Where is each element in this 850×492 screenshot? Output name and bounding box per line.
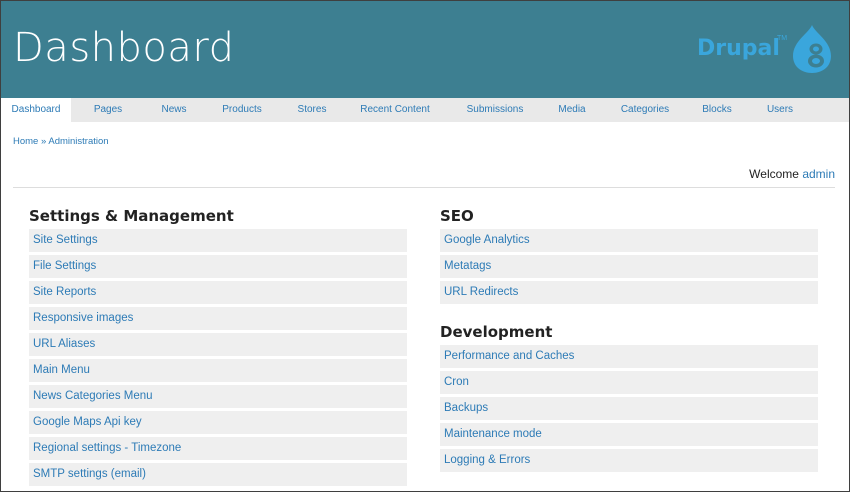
development-section-title: Development xyxy=(440,323,553,341)
development-link-backups[interactable]: Backups xyxy=(440,397,818,420)
tab-dashboard[interactable]: Dashboard xyxy=(1,98,71,122)
tab-stores[interactable]: Stores xyxy=(281,98,343,122)
development-link-cron[interactable]: Cron xyxy=(440,371,818,394)
welcome-user-link[interactable]: admin xyxy=(802,167,835,181)
tab-blocks[interactable]: Blocks xyxy=(689,98,745,122)
header-banner: Dashboard Drupal TM xyxy=(1,1,849,98)
page-title: Dashboard xyxy=(13,25,235,71)
welcome-message: Welcome admin xyxy=(749,167,835,181)
tab-media[interactable]: Media xyxy=(543,98,601,122)
seo-link-metatags[interactable]: Metatags xyxy=(440,255,818,278)
settings-list: Site Settings File Settings Site Reports Re… xyxy=(29,229,407,486)
main-tabs: Dashboard Pages News Products Stores Recent C… xyxy=(1,98,849,122)
tab-pages[interactable]: Pages xyxy=(71,98,145,122)
seo-link-url-redirects[interactable]: URL Redirects xyxy=(440,281,818,304)
settings-link-news-categories-menu[interactable]: News Categories Menu xyxy=(29,385,407,408)
settings-link-site-reports[interactable]: Site Reports xyxy=(29,281,407,304)
settings-link-site-settings[interactable]: Site Settings xyxy=(29,229,407,252)
settings-column: Settings & Management Site Settings File … xyxy=(29,207,407,486)
settings-section-title: Settings & Management xyxy=(29,207,234,225)
seo-dev-column: SEO Google Analytics Metatags URL Redirect… xyxy=(440,207,818,472)
seo-link-google-analytics[interactable]: Google Analytics xyxy=(440,229,818,252)
drupal-8-drop-icon xyxy=(793,25,831,73)
seo-section-title: SEO xyxy=(440,207,474,225)
tab-categories[interactable]: Categories xyxy=(601,98,689,122)
tab-products[interactable]: Products xyxy=(203,98,281,122)
drupal-logo[interactable]: Drupal TM xyxy=(697,23,837,75)
tab-news[interactable]: News xyxy=(145,98,203,122)
development-link-maintenance-mode[interactable]: Maintenance mode xyxy=(440,423,818,446)
settings-link-url-aliases[interactable]: URL Aliases xyxy=(29,333,407,356)
logo-trademark: TM xyxy=(777,35,788,42)
logo-text: Drupal xyxy=(697,36,780,61)
seo-list: Google Analytics Metatags URL Redirects xyxy=(440,229,818,304)
settings-link-regional-settings-timezone[interactable]: Regional settings - Timezone xyxy=(29,437,407,460)
development-list: Performance and Caches Cron Backups Mainten… xyxy=(440,345,818,472)
settings-link-smtp-settings-email[interactable]: SMTP settings (email) xyxy=(29,463,407,486)
breadcrumb[interactable]: Home » Administration xyxy=(13,136,109,147)
settings-link-file-settings[interactable]: File Settings xyxy=(29,255,407,278)
header-divider xyxy=(13,187,835,188)
settings-link-google-maps-api-key[interactable]: Google Maps Api key xyxy=(29,411,407,434)
tab-submissions[interactable]: Submissions xyxy=(447,98,543,122)
settings-link-main-menu[interactable]: Main Menu xyxy=(29,359,407,382)
welcome-prefix: Welcome xyxy=(749,167,799,181)
tab-recent-content[interactable]: Recent Content xyxy=(343,98,447,122)
settings-link-responsive-images[interactable]: Responsive images xyxy=(29,307,407,330)
tab-users[interactable]: Users xyxy=(745,98,815,122)
development-link-performance-and-caches[interactable]: Performance and Caches xyxy=(440,345,818,368)
development-link-logging-errors[interactable]: Logging & Errors xyxy=(440,449,818,472)
